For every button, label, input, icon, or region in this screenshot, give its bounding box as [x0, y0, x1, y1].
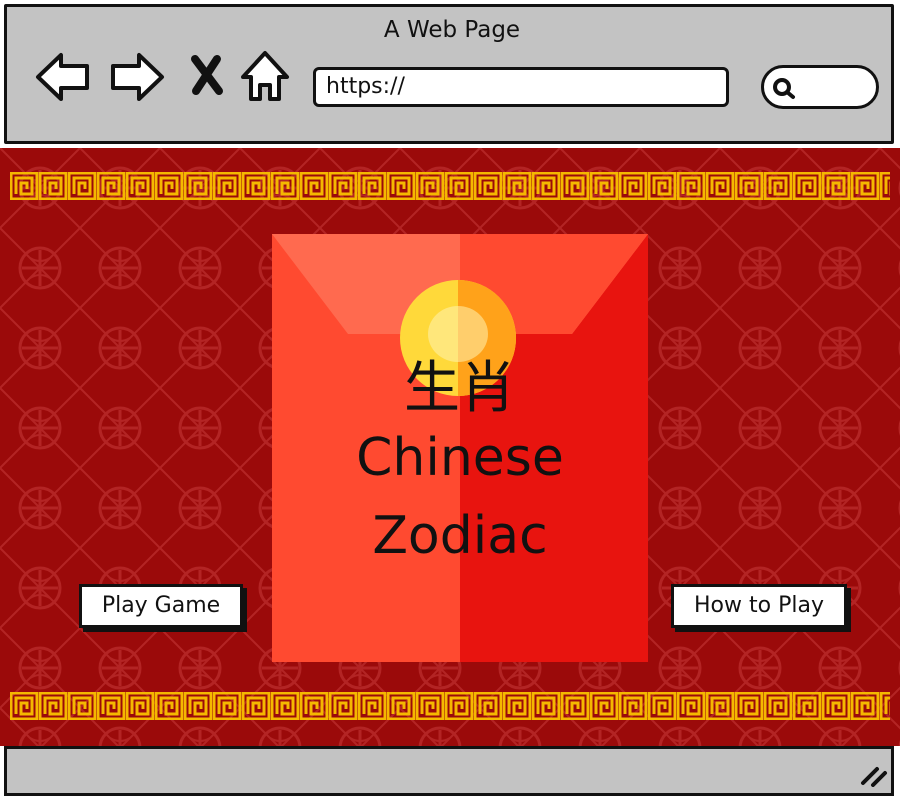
url-text: https:// [326, 74, 405, 99]
back-arrow-icon[interactable] [33, 49, 93, 105]
resize-grip-icon[interactable] [857, 759, 889, 787]
title-english-line1: Chinese [356, 428, 564, 488]
play-game-button[interactable]: Play Game [79, 584, 243, 628]
window-title: A Web Page [383, 17, 521, 43]
title-chinese: 生肖 [404, 356, 516, 421]
browser-window: A Web Page https:// 生肖 Chinese Zodiac Pl… [0, 0, 900, 800]
search-icon [773, 78, 795, 99]
status-bar [4, 746, 894, 796]
close-x-icon[interactable] [187, 53, 227, 97]
title-english-line2: Zodiac [372, 506, 548, 566]
search-box[interactable] [761, 65, 879, 109]
browser-toolbar: A Web Page https:// [4, 4, 894, 144]
game-stage: 生肖 Chinese Zodiac Play Game How to Play [0, 148, 900, 746]
how-to-play-button[interactable]: How to Play [671, 584, 847, 628]
forward-arrow-icon[interactable] [107, 49, 167, 105]
home-icon[interactable] [237, 47, 293, 105]
url-input[interactable]: https:// [313, 67, 729, 107]
